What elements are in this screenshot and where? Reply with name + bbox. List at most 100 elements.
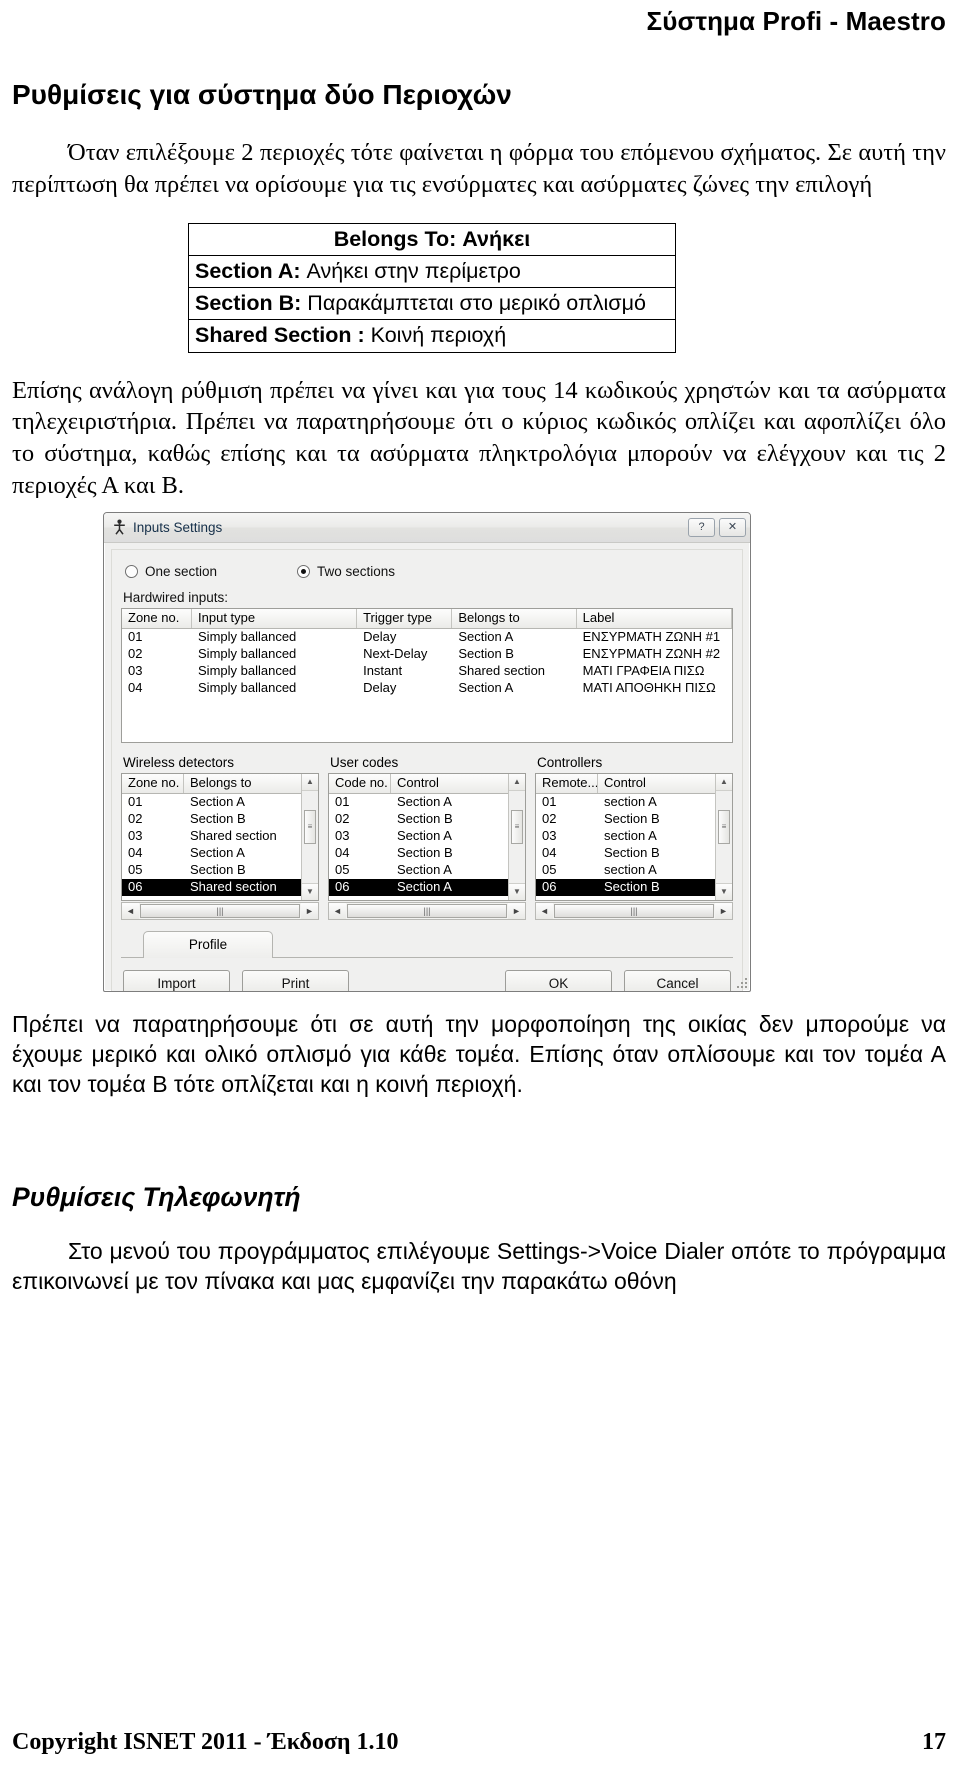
list-item-selected[interactable]: 06 Section A <box>329 878 525 896</box>
cell-value: Section B <box>397 810 453 826</box>
scroll-up-icon[interactable]: ▲ <box>509 773 525 791</box>
list-item[interactable]: 03 Shared section <box>122 828 318 845</box>
list-header-row: Remote... Control <box>536 773 732 794</box>
copyright-text: Copyright ISNET 2011 - Έκδοση 1.10 <box>12 1729 399 1755</box>
list-item[interactable]: 01 section A <box>536 794 732 811</box>
radio-one-section[interactable]: One section <box>125 564 297 579</box>
cell-no: 02 <box>542 810 557 826</box>
scroll-down-icon[interactable]: ▼ <box>509 882 525 900</box>
wireless-detectors-list[interactable]: Zone no. Belongs to 01 Section A 02 Sectio… <box>121 772 319 901</box>
list-item[interactable]: 02 Section B <box>122 811 318 828</box>
header-belongs-to[interactable]: Belongs to <box>184 773 304 793</box>
header-zone-no[interactable]: Zone no. <box>122 773 184 793</box>
scroll-left-icon[interactable]: ◄ <box>122 902 139 919</box>
user-codes-caption: User codes <box>330 754 399 770</box>
list-item[interactable]: 03 section A <box>536 828 732 845</box>
vertical-scrollbar[interactable]: ▲ ≡ ▼ <box>301 773 318 900</box>
list-item[interactable]: 03 Section A <box>329 828 525 845</box>
list-item[interactable]: 02 Section B <box>536 811 732 828</box>
list-item[interactable]: 01 Section A <box>329 794 525 811</box>
header-label[interactable]: Label <box>577 608 732 628</box>
hscrollbar-thumb[interactable]: ||| <box>140 903 300 918</box>
belongs-to-title: Belongs To: Ανήκει <box>188 222 676 256</box>
import-button[interactable]: Import <box>123 969 230 991</box>
cell-no: 01 <box>542 793 557 809</box>
shared-section-value: Κοινή περιοχή <box>364 323 507 348</box>
after-box-paragraph: Επίσης ανάλογη ρύθμιση πρέπει να γίνει κ… <box>12 376 946 500</box>
scroll-up-icon[interactable]: ▲ <box>716 773 732 791</box>
hardwired-inputs-grid[interactable]: Zone no. Input type Trigger type Belongs… <box>121 607 733 743</box>
ok-button[interactable]: OK <box>505 969 612 991</box>
scrollbar-thumb[interactable]: ≡ <box>511 809 523 844</box>
cell-belongs-to: Section A <box>458 679 514 695</box>
print-button[interactable]: Print <box>242 969 349 991</box>
scroll-right-icon[interactable]: ► <box>715 902 732 919</box>
hardwired-inputs-label: Hardwired inputs: <box>123 589 229 605</box>
resize-grip[interactable] <box>735 976 748 989</box>
scrollbar-thumb[interactable]: ≡ <box>718 809 730 844</box>
header-control[interactable]: Control <box>391 773 511 793</box>
cell-input-type: Simply ballanced <box>198 662 297 678</box>
cell-value: section A <box>604 827 657 843</box>
list-item[interactable]: 01 Section A <box>122 794 318 811</box>
list-item[interactable]: 04 Section B <box>329 845 525 862</box>
list-item[interactable]: 04 Section A <box>122 845 318 862</box>
header-control[interactable]: Control <box>598 773 718 793</box>
list-item[interactable]: 05 Section A <box>329 862 525 879</box>
scroll-up-icon[interactable]: ▲ <box>302 773 318 791</box>
list-item[interactable]: 04 Section B <box>536 845 732 862</box>
section-b-key: Section B: <box>195 291 302 316</box>
header-zone-no[interactable]: Zone no. <box>122 608 193 628</box>
cell-trigger-type: Next-Delay <box>363 645 428 661</box>
list-item[interactable]: 05 section A <box>536 862 732 879</box>
scroll-down-icon[interactable]: ▼ <box>716 882 732 900</box>
table-row[interactable]: 01 Simply ballanced Delay Section A ΕΝΣΥ… <box>122 629 732 646</box>
header-remote[interactable]: Remote... <box>536 773 598 793</box>
cell-no: 04 <box>542 844 557 860</box>
radio-two-sections[interactable]: Two sections <box>297 564 395 579</box>
header-input-type[interactable]: Input type <box>192 608 358 628</box>
horizontal-scrollbar[interactable]: ◄ ||| ► <box>328 901 526 920</box>
radio-one-section-dot <box>125 565 138 579</box>
table-row[interactable]: 03 Simply ballanced Instant Shared secti… <box>122 663 732 680</box>
scrollbar-thumb[interactable]: ≡ <box>304 809 316 844</box>
list-item[interactable]: 02 Section B <box>329 811 525 828</box>
page-title: Ρυθμίσεις για σύστημα δύο Περιοχών <box>12 79 512 110</box>
scroll-right-icon[interactable]: ► <box>508 902 525 919</box>
dialog-body: One section Two sections Hardwired input… <box>104 543 750 991</box>
tab-profile[interactable]: Profile <box>143 930 273 958</box>
vertical-scrollbar[interactable]: ▲ ≡ ▼ <box>715 773 732 900</box>
list-item[interactable]: 05 Section B <box>122 862 318 879</box>
close-button[interactable]: ✕ <box>719 517 746 537</box>
section-a-key: Section A: <box>195 258 301 283</box>
scroll-left-icon[interactable]: ◄ <box>329 902 346 919</box>
controllers-column: Controllers Remote... Control 01 section … <box>535 755 733 920</box>
running-header: Σύστημα Profi - Maestro <box>0 0 960 37</box>
scroll-right-icon[interactable]: ► <box>301 902 318 919</box>
list-item-selected[interactable]: 06 Section B <box>536 878 732 896</box>
cell-value: Section A <box>397 827 452 843</box>
page-footer: Copyright ISNET 2011 - Έκδοση 1.10 17 <box>0 1729 960 1756</box>
cancel-button[interactable]: Cancel <box>624 969 731 991</box>
scroll-down-icon[interactable]: ▼ <box>302 882 318 900</box>
list-item-selected[interactable]: 06 Shared section <box>122 878 318 896</box>
table-row[interactable]: 02 Simply ballanced Next-Delay Section B… <box>122 646 732 663</box>
controllers-list[interactable]: Remote... Control 01 section A 02 Section … <box>535 772 733 901</box>
cell-no: 06 <box>335 878 350 894</box>
header-trigger-type[interactable]: Trigger type <box>357 608 453 628</box>
user-codes-list[interactable]: Code no. Control 01 Section A 02 Section B… <box>328 772 526 901</box>
header-belongs-to[interactable]: Belongs to <box>452 608 577 628</box>
cell-value: Section B <box>190 861 246 877</box>
hscrollbar-thumb[interactable]: ||| <box>554 903 714 918</box>
radio-two-sections-label: Two sections <box>317 564 396 580</box>
table-row[interactable]: 04 Simply ballanced Delay Section A ΜΑΤΙ… <box>122 680 732 697</box>
horizontal-scrollbar[interactable]: ◄ ||| ► <box>535 901 733 920</box>
hscrollbar-thumb[interactable]: ||| <box>347 903 507 918</box>
scroll-left-icon[interactable]: ◄ <box>536 902 553 919</box>
app-icon <box>112 519 127 536</box>
belongs-to-row: Section B: Παρακάμπτεται στο μερικό οπλι… <box>188 287 676 321</box>
horizontal-scrollbar[interactable]: ◄ ||| ► <box>121 901 319 920</box>
help-button[interactable]: ? <box>688 517 715 537</box>
header-code-no[interactable]: Code no. <box>329 773 391 793</box>
vertical-scrollbar[interactable]: ▲ ≡ ▼ <box>508 773 525 900</box>
